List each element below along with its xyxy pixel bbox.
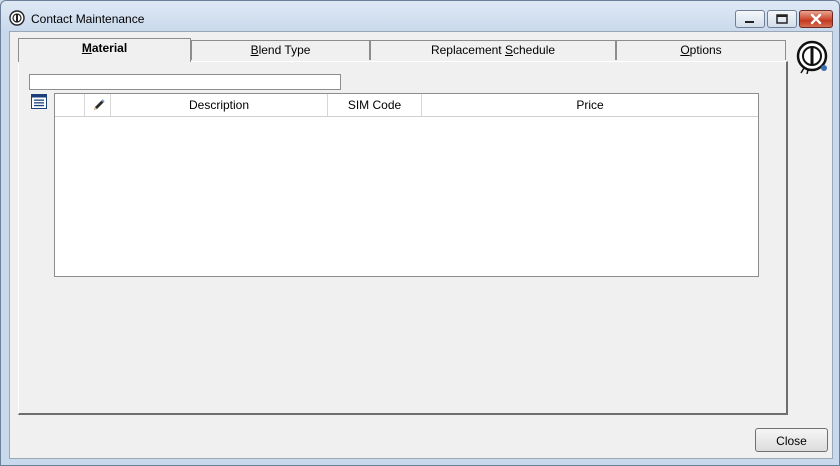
close-window-button[interactable] <box>799 10 833 28</box>
close-icon <box>810 13 822 25</box>
title-bar[interactable]: Contact Maintenance <box>1 1 839 35</box>
tab-material-accesskey: M <box>81 41 92 55</box>
grid-edit-column[interactable] <box>85 94 111 116</box>
tab-replacement-schedule-label: chedule <box>513 43 556 57</box>
tab-options-accesskey: O <box>680 43 690 57</box>
column-header-description[interactable]: Description <box>111 94 328 116</box>
minimize-button[interactable] <box>735 10 765 28</box>
list-icon[interactable] <box>31 94 47 109</box>
grid-selector-column <box>55 94 85 116</box>
dialog-client-area: Material Blend Type Replacement Schedule… <box>9 31 833 459</box>
close-button[interactable]: Close <box>755 428 828 452</box>
tab-replacement-schedule-accesskey: S <box>504 43 513 57</box>
tab-replacement-schedule[interactable]: Replacement Schedule <box>370 40 616 60</box>
column-header-price[interactable]: Price <box>422 94 758 116</box>
minimize-icon <box>745 21 754 23</box>
app-window: Contact Maintenance Material Blend Type <box>0 0 840 466</box>
material-tab-panel: Description SIM Code Price <box>18 61 788 415</box>
search-input[interactable] <box>29 74 341 90</box>
tab-blend-type[interactable]: Blend Type <box>191 40 370 60</box>
tab-blend-type-label: lend Type <box>258 43 311 57</box>
tab-options-label: ptions <box>689 43 722 57</box>
maximize-button[interactable] <box>767 10 797 28</box>
company-logo-icon <box>9 10 25 26</box>
grid-header: Description SIM Code Price <box>55 94 758 117</box>
column-header-sim-code[interactable]: SIM Code <box>328 94 422 116</box>
tab-material[interactable]: Material <box>18 38 191 62</box>
tab-material-label: aterial <box>91 41 128 55</box>
pencil-icon <box>94 99 105 110</box>
material-grid[interactable]: Description SIM Code Price <box>54 93 759 277</box>
tab-replacement-schedule-prefix: Replacement <box>430 43 505 57</box>
company-logo-icon <box>796 40 828 74</box>
tab-blend-type-accesskey: B <box>250 43 259 57</box>
window-title: Contact Maintenance <box>31 12 145 26</box>
tab-options[interactable]: Options <box>616 40 786 60</box>
maximize-icon <box>776 14 788 24</box>
